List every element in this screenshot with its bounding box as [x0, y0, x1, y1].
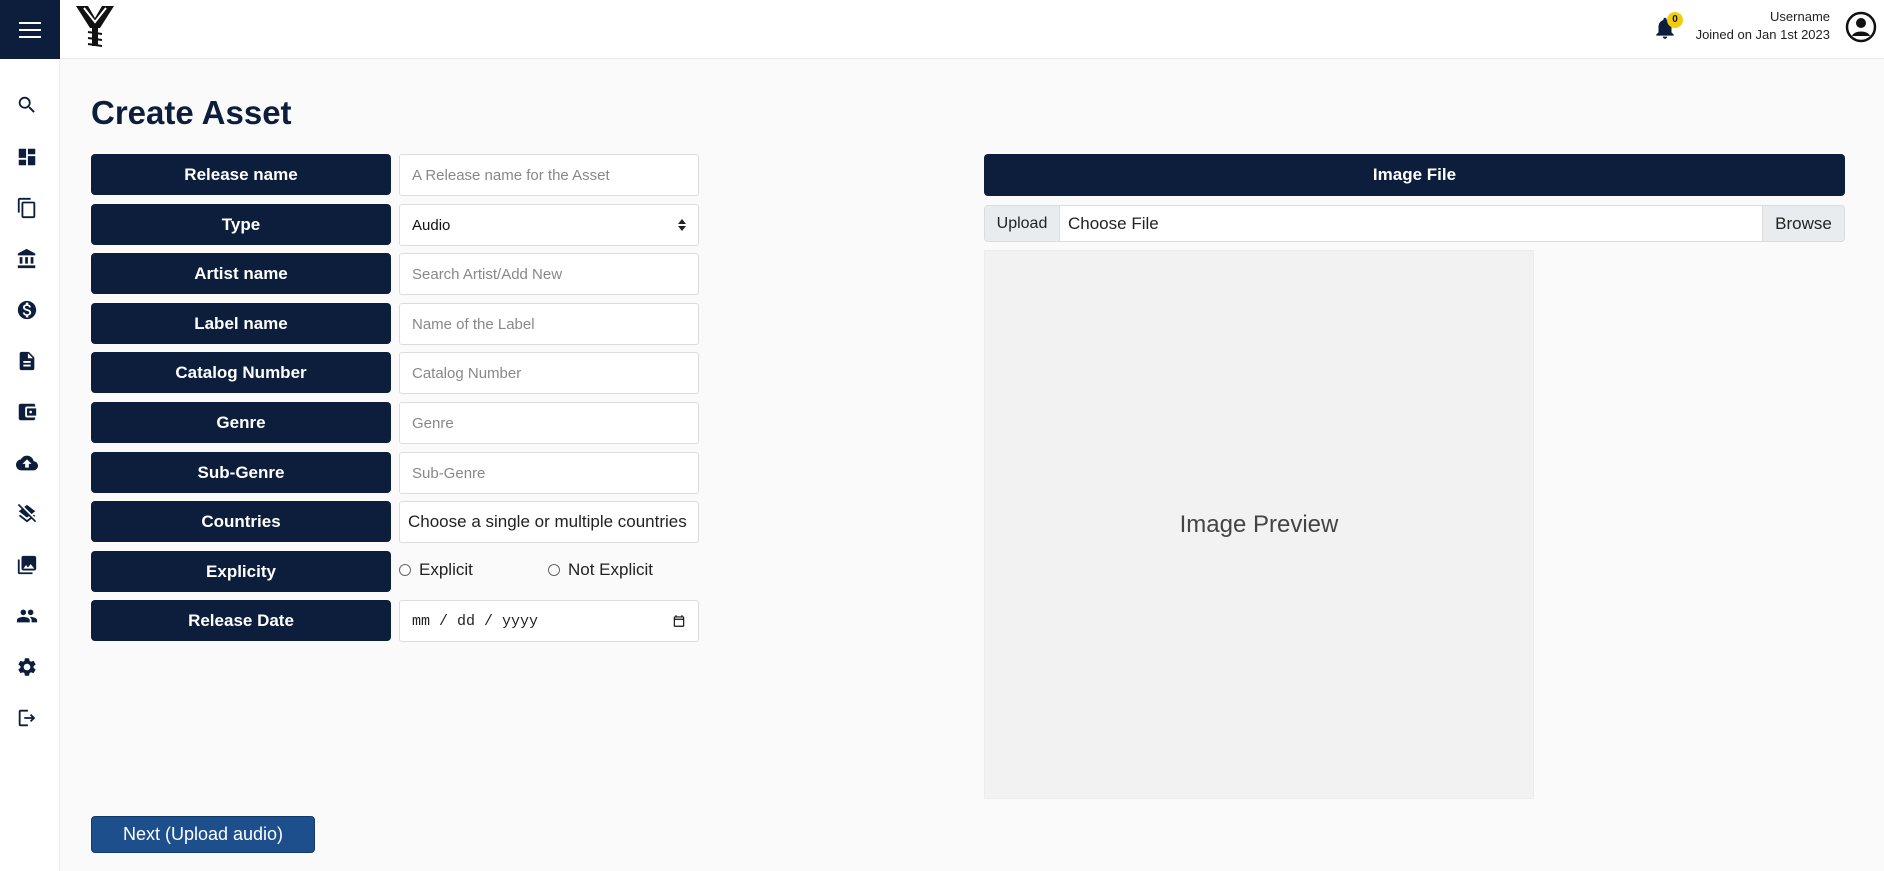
receipt-icon[interactable]: [15, 349, 39, 373]
radio-circle-icon[interactable]: [548, 564, 560, 576]
release-name-label: Release name: [91, 154, 391, 195]
user-info: Username Joined on Jan 1st 2023: [1696, 8, 1830, 44]
calendar-icon[interactable]: [672, 614, 686, 628]
artist-name-input[interactable]: [399, 253, 699, 295]
hamburger-menu-icon[interactable]: [0, 0, 60, 59]
brand-logo-icon[interactable]: [74, 4, 116, 48]
label-name-label: Label name: [91, 303, 391, 344]
browse-button[interactable]: Browse: [1762, 206, 1844, 241]
cloud-upload-icon[interactable]: [15, 451, 39, 475]
type-select[interactable]: Audio: [399, 204, 699, 246]
not-explicit-radio[interactable]: Not Explicit: [548, 560, 653, 580]
documents-icon[interactable]: [15, 196, 39, 220]
wallet-icon[interactable]: [15, 400, 39, 424]
layers-off-icon[interactable]: [15, 502, 39, 526]
next-upload-audio-button[interactable]: Next (Upload audio): [91, 816, 315, 853]
page-title: Create Asset: [91, 94, 292, 131]
image-gallery-icon[interactable]: [15, 553, 39, 577]
settings-icon[interactable]: [15, 655, 39, 679]
image-file-input[interactable]: Upload Choose File Browse: [984, 205, 1845, 242]
explicit-radio[interactable]: Explicit: [399, 560, 473, 580]
logout-icon[interactable]: [15, 706, 39, 730]
dashboard-icon[interactable]: [15, 145, 39, 169]
release-date-input[interactable]: mm / dd / yyyy: [399, 600, 699, 642]
choose-file-text[interactable]: Choose File: [1060, 206, 1762, 241]
release-date-placeholder: mm / dd / yyyy: [412, 612, 539, 630]
sub-genre-input[interactable]: [399, 452, 699, 494]
joined-date: Joined on Jan 1st 2023: [1695, 27, 1830, 42]
type-label: Type: [91, 204, 391, 245]
not-explicit-radio-label: Not Explicit: [568, 560, 654, 579]
image-preview: Image Preview: [984, 250, 1534, 799]
avatar-icon[interactable]: [1845, 11, 1877, 43]
radio-circle-icon[interactable]: [399, 564, 411, 576]
countries-label: Countries: [91, 501, 391, 542]
bank-icon[interactable]: [15, 247, 39, 271]
image-file-header: Image File: [984, 154, 1845, 196]
select-arrows-icon: [678, 219, 686, 231]
explicit-radio-label: Explicit: [419, 560, 473, 579]
genre-label: Genre: [91, 402, 391, 443]
catalog-number-label: Catalog Number: [91, 352, 391, 393]
upload-tag: Upload: [985, 206, 1060, 241]
dollar-icon[interactable]: [15, 298, 39, 322]
label-name-input[interactable]: [399, 303, 699, 345]
countries-multiselect[interactable]: Choose a single or multiple countries: [399, 501, 699, 543]
notification-count-badge: 0: [1667, 12, 1683, 28]
explicity-label: Explicity: [91, 551, 391, 592]
search-icon[interactable]: [15, 93, 39, 117]
type-select-value: Audio: [412, 216, 451, 234]
sidebar: [0, 59, 60, 871]
release-date-label: Release Date: [91, 600, 391, 641]
sub-genre-label: Sub-Genre: [91, 452, 391, 493]
catalog-number-input[interactable]: [399, 352, 699, 394]
users-icon[interactable]: [15, 604, 39, 628]
release-name-input[interactable]: [399, 154, 699, 196]
username: Username: [1770, 9, 1830, 24]
artist-name-label: Artist name: [91, 253, 391, 294]
genre-input[interactable]: [399, 402, 699, 444]
top-bar: 0 Username Joined on Jan 1st 2023: [0, 0, 1884, 59]
